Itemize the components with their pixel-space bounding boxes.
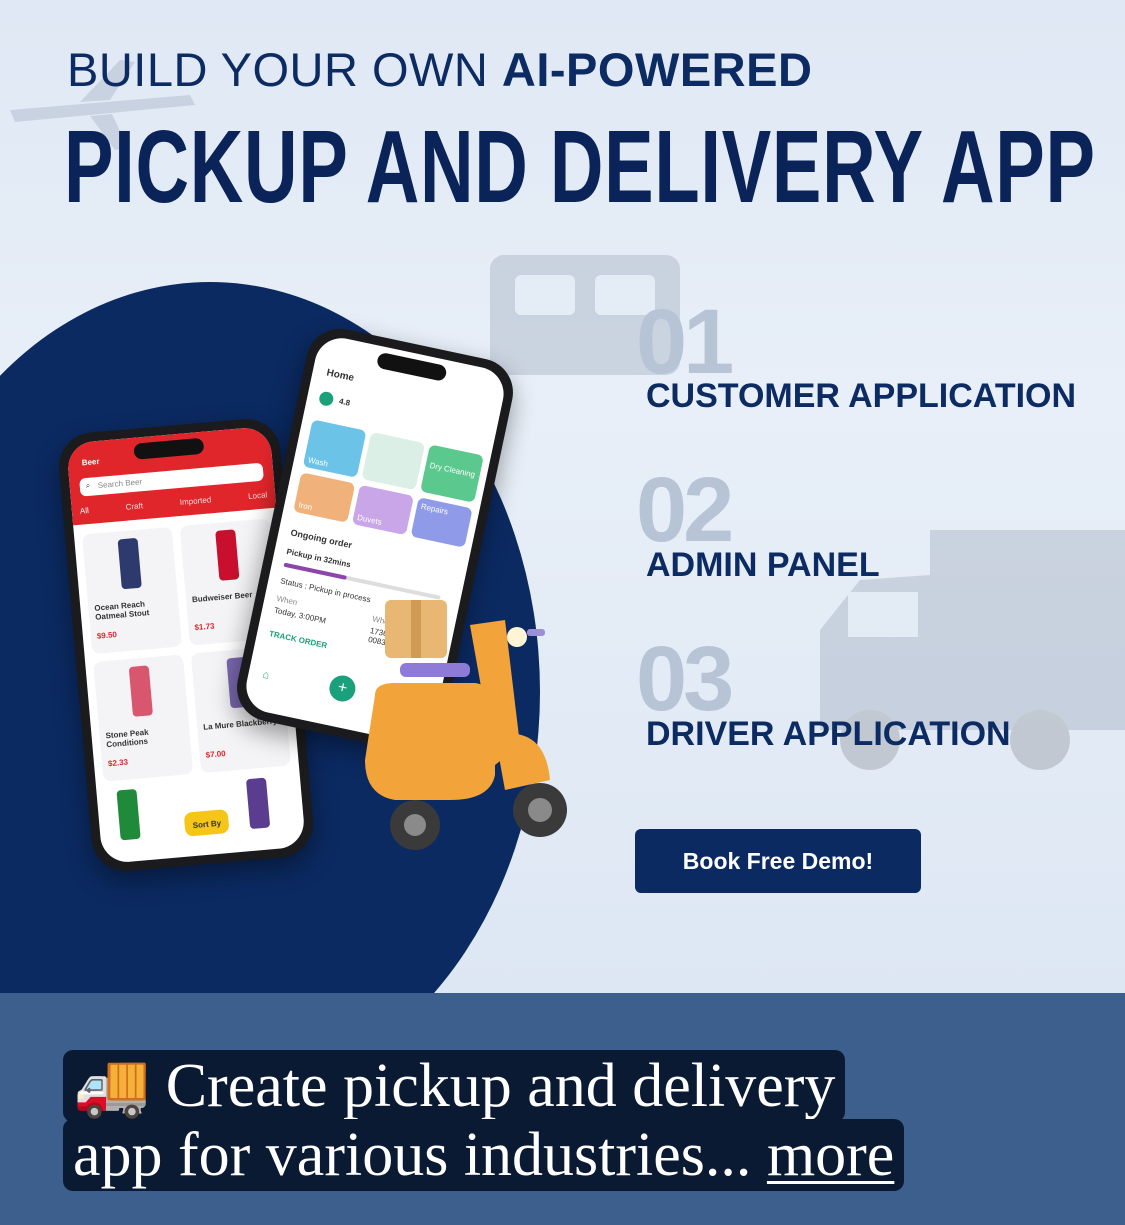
feature-label: DRIVER APPLICATION: [646, 715, 1011, 753]
product-name: Ocean Reach Oatmeal Stout: [94, 599, 150, 622]
service-wash[interactable]: Wash: [302, 419, 367, 478]
delivery-truck-icon: 🚚: [73, 1052, 151, 1120]
product-card[interactable]: Ocean Reach Oatmeal Stout $9.50: [81, 526, 183, 655]
service-label: Duvets: [356, 512, 383, 527]
app-title: Home: [325, 367, 356, 384]
caption-line-2: app for various industries... more: [63, 1119, 905, 1191]
tab-craft[interactable]: Craft: [125, 501, 143, 511]
app-title: Beer: [81, 456, 100, 468]
ongoing-order-title: Ongoing order: [289, 527, 353, 551]
service-label: Wash: [307, 455, 329, 469]
product-name: Stone Peak Conditions: [105, 727, 149, 750]
search-icon: ⌕: [85, 480, 91, 491]
beer-can-icon: [215, 529, 240, 581]
service-laundry-icon[interactable]: [361, 431, 426, 491]
when-value: Today, 3:00PM: [273, 605, 327, 626]
add-icon[interactable]: +: [327, 673, 358, 704]
caption-area: 🚚 Create pickup and delivery app for var…: [0, 993, 1125, 1225]
caption-text-1: Create pickup and delivery: [165, 1052, 836, 1120]
rating-value: 4.8: [338, 396, 351, 408]
beer-can-icon: [128, 665, 153, 717]
product-price: $7.00: [205, 748, 227, 760]
home-icon[interactable]: ⌂: [261, 669, 270, 682]
product-card[interactable]: Stone Peak Conditions $2.33: [93, 654, 194, 782]
service-dry-cleaning[interactable]: Dry Cleaning: [420, 444, 484, 503]
track-order-link[interactable]: TRACK ORDER: [268, 629, 328, 650]
header-title: PICKUP AND DELIVERY APP: [64, 109, 1096, 224]
book-demo-button[interactable]: Book Free Demo!: [635, 829, 921, 893]
product-price: $2.33: [107, 757, 129, 769]
product-price: $9.50: [96, 630, 118, 641]
feature-label: CUSTOMER APPLICATION: [646, 377, 1077, 415]
service-label: Iron: [297, 500, 314, 513]
service-label: Repairs: [420, 501, 449, 517]
caption-text-2: app for various industries...: [73, 1121, 767, 1189]
tab-local[interactable]: Local: [248, 490, 268, 501]
service-label: Dry Cleaning: [428, 460, 476, 480]
header-line-1: BUILD YOUR OWN AI-POWERED: [67, 43, 813, 96]
service-duvets[interactable]: Duvets: [351, 484, 414, 536]
when-label: When: [275, 593, 299, 608]
service-iron[interactable]: Iron: [293, 472, 356, 523]
product-price: $1.73: [194, 621, 215, 633]
more-link[interactable]: more: [767, 1121, 894, 1189]
beer-can-icon: [117, 537, 142, 590]
sort-button[interactable]: Sort By: [183, 808, 230, 837]
ad-banner: BUILD YOUR OWN AI-POWERED PICKUP AND DEL…: [0, 0, 1125, 993]
scooter-illustration: [365, 600, 567, 850]
tab-all[interactable]: All: [80, 506, 90, 516]
rating-icon: [317, 390, 335, 408]
service-repairs[interactable]: Repairs: [410, 497, 473, 548]
beer-can-icon: [116, 788, 141, 841]
sort-label: Sort By: [192, 818, 222, 831]
phone-notch: [375, 351, 448, 382]
beer-can-icon: [245, 777, 271, 830]
caption-line-1: 🚚 Create pickup and delivery: [63, 1050, 846, 1122]
feature-label: ADMIN PANEL: [646, 546, 880, 584]
search-placeholder: Search Beer: [97, 477, 143, 491]
